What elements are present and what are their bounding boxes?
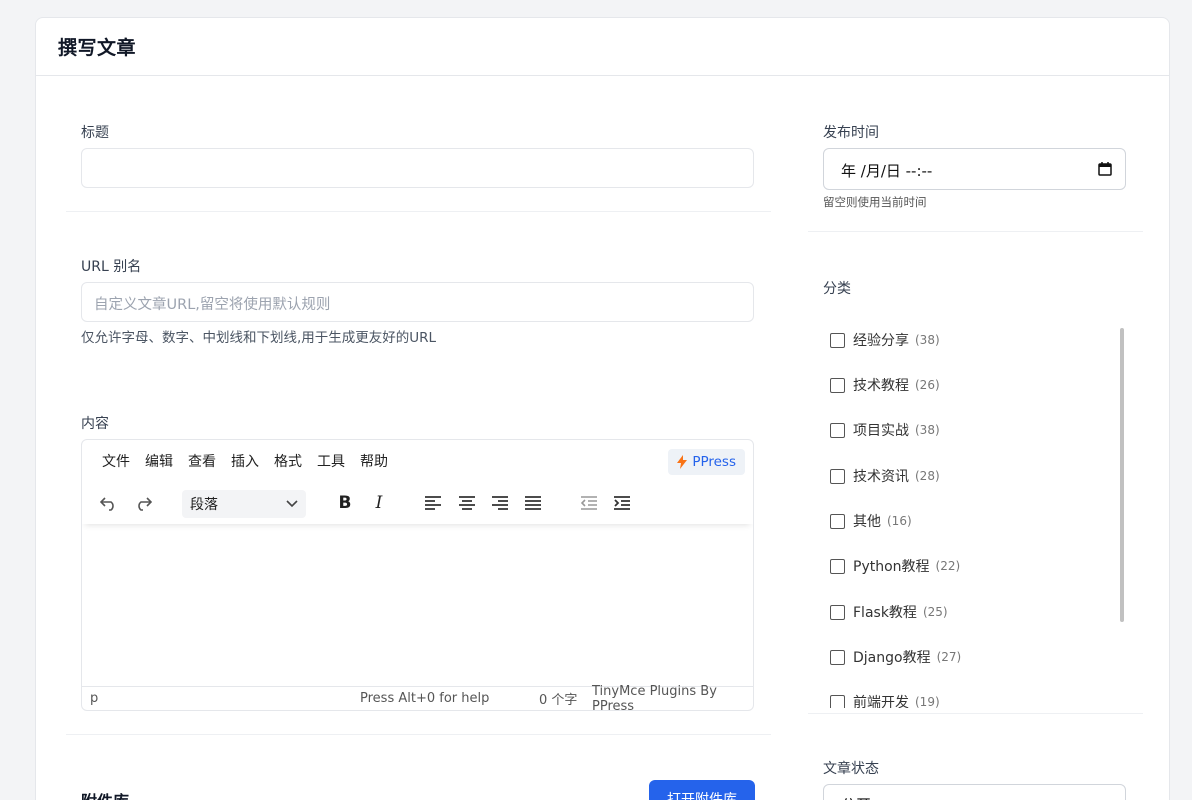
rich-text-editor: 文件 编辑 查看 插入 格式 工具 帮助 PPress 段落 B I p Pre… xyxy=(81,439,754,711)
menu-edit[interactable]: 编辑 xyxy=(145,451,173,471)
category-count: (38) xyxy=(915,333,940,347)
slug-label: URL 别名 xyxy=(81,259,142,275)
category-checkbox[interactable] xyxy=(830,422,845,438)
menu-format[interactable]: 格式 xyxy=(274,451,302,471)
status-help: Press Alt+0 for help xyxy=(360,691,490,706)
menu-file[interactable]: 文件 xyxy=(102,451,130,471)
publish-time-value: 年 /月/日 --:-- xyxy=(841,162,933,180)
block-format-select[interactable]: 段落 xyxy=(182,490,306,518)
category-name: 项目实战 xyxy=(853,423,909,439)
status-brand[interactable]: TinyMce Plugins By PPress xyxy=(592,684,753,711)
category-checkbox[interactable] xyxy=(830,332,845,348)
menu-view[interactable]: 查看 xyxy=(188,451,216,471)
align-center-icon[interactable] xyxy=(456,490,478,516)
open-attachments-button[interactable]: 打开附件库 xyxy=(649,780,755,800)
slug-help-text: 仅允许字母、数字、中划线和下划线,用于生成更友好的URL xyxy=(81,330,437,346)
category-count: (26) xyxy=(915,378,940,392)
menu-tools[interactable]: 工具 xyxy=(317,451,345,471)
editor-content-area[interactable] xyxy=(82,524,753,688)
publish-time-label: 发布时间 xyxy=(823,125,879,141)
title-label: 标题 xyxy=(81,125,109,141)
align-right-icon[interactable] xyxy=(489,490,511,516)
ppress-label: PPress xyxy=(692,454,736,470)
category-checkbox[interactable] xyxy=(830,558,845,574)
status-label: 文章状态 xyxy=(823,761,879,777)
slug-input[interactable]: 自定义文章URL,留空将使用默认规则 xyxy=(81,282,754,322)
category-checkbox[interactable] xyxy=(830,377,845,393)
category-count: (22) xyxy=(935,559,961,573)
divider xyxy=(66,734,771,735)
undo-icon[interactable] xyxy=(98,490,120,516)
editor-toolbar: 段落 B I xyxy=(82,482,753,524)
category-name: 其他 xyxy=(853,514,881,530)
italic-icon[interactable]: I xyxy=(368,490,390,516)
category-checkbox[interactable] xyxy=(830,513,845,529)
page-title: 撰写文章 xyxy=(58,37,137,59)
attachments-label: 附件库 xyxy=(81,788,129,800)
category-scrollbar[interactable] xyxy=(1120,328,1124,622)
category-list: 经验分享 (38) 技术教程 (26) 项目实战 (38) 技术资讯 (28) 其他 (1… xyxy=(823,308,1123,708)
menu-insert[interactable]: 插入 xyxy=(231,451,259,471)
align-left-icon[interactable] xyxy=(422,490,444,516)
category-count: (38) xyxy=(915,423,940,437)
category-name: 经验分享 xyxy=(853,333,909,349)
category-checkbox[interactable] xyxy=(830,694,845,708)
calendar-icon[interactable] xyxy=(1098,162,1112,176)
category-name: 技术资讯 xyxy=(853,469,909,485)
category-item[interactable]: 项目实战 (38) xyxy=(830,420,940,440)
status-select-value: 公开 xyxy=(841,794,871,800)
category-name: Django教程 xyxy=(853,650,931,666)
category-checkbox[interactable] xyxy=(830,649,845,665)
status-path: p xyxy=(90,691,99,706)
divider xyxy=(66,211,771,212)
slug-placeholder: 自定义文章URL,留空将使用默认规则 xyxy=(94,297,331,313)
status-select[interactable]: 公开 xyxy=(823,784,1126,800)
category-item[interactable]: 技术资讯 (28) xyxy=(830,466,940,486)
editor-card: 撰写文章 标题 URL 别名 自定义文章URL,留空将使用默认规则 仅允许字母、… xyxy=(35,17,1170,800)
lightning-icon xyxy=(677,455,688,469)
bold-icon[interactable]: B xyxy=(334,490,356,516)
category-count: (16) xyxy=(887,514,912,528)
title-input[interactable] xyxy=(81,148,754,188)
indent-icon[interactable] xyxy=(611,490,633,516)
chevron-down-icon xyxy=(286,500,298,508)
ppress-button[interactable]: PPress xyxy=(668,449,745,475)
category-item[interactable]: Flask教程 (25) xyxy=(830,602,948,622)
category-item[interactable]: 经验分享 (38) xyxy=(830,330,940,350)
category-checkbox[interactable] xyxy=(830,604,845,620)
editor-statusbar: p Press Alt+0 for help 0 个字 TinyMce Plug… xyxy=(82,684,753,711)
category-item[interactable]: Python教程 (22) xyxy=(830,556,960,576)
category-count: (25) xyxy=(922,605,948,619)
category-name: 技术教程 xyxy=(853,378,909,394)
align-justify-icon[interactable] xyxy=(522,490,544,516)
category-checkbox[interactable] xyxy=(830,468,845,484)
category-item[interactable]: 技术教程 (26) xyxy=(830,375,940,395)
publish-time-input[interactable]: 年 /月/日 --:-- xyxy=(823,148,1126,190)
category-item[interactable]: Django教程 (27) xyxy=(830,647,961,667)
category-count: (19) xyxy=(915,695,940,708)
divider xyxy=(808,231,1143,232)
publish-time-help: 留空则使用当前时间 xyxy=(823,195,927,209)
outdent-icon[interactable] xyxy=(578,490,600,516)
content-label: 内容 xyxy=(81,416,109,432)
category-name: Python教程 xyxy=(853,559,930,575)
editor-menubar: 文件 编辑 查看 插入 格式 工具 帮助 PPress xyxy=(82,440,753,482)
divider xyxy=(808,713,1143,714)
block-format-value: 段落 xyxy=(190,497,218,513)
category-item[interactable]: 前端开发 (19) xyxy=(830,692,940,708)
menu-help[interactable]: 帮助 xyxy=(360,451,388,471)
category-name: Flask教程 xyxy=(853,605,917,621)
card-header: 撰写文章 xyxy=(36,18,1169,76)
category-label: 分类 xyxy=(823,281,851,297)
category-count: (28) xyxy=(915,469,940,483)
category-name: 前端开发 xyxy=(853,695,909,708)
category-count: (27) xyxy=(936,650,962,664)
redo-icon[interactable] xyxy=(132,490,154,516)
category-item[interactable]: 其他 (16) xyxy=(830,511,912,531)
status-wordcount[interactable]: 0 个字 xyxy=(539,689,577,708)
